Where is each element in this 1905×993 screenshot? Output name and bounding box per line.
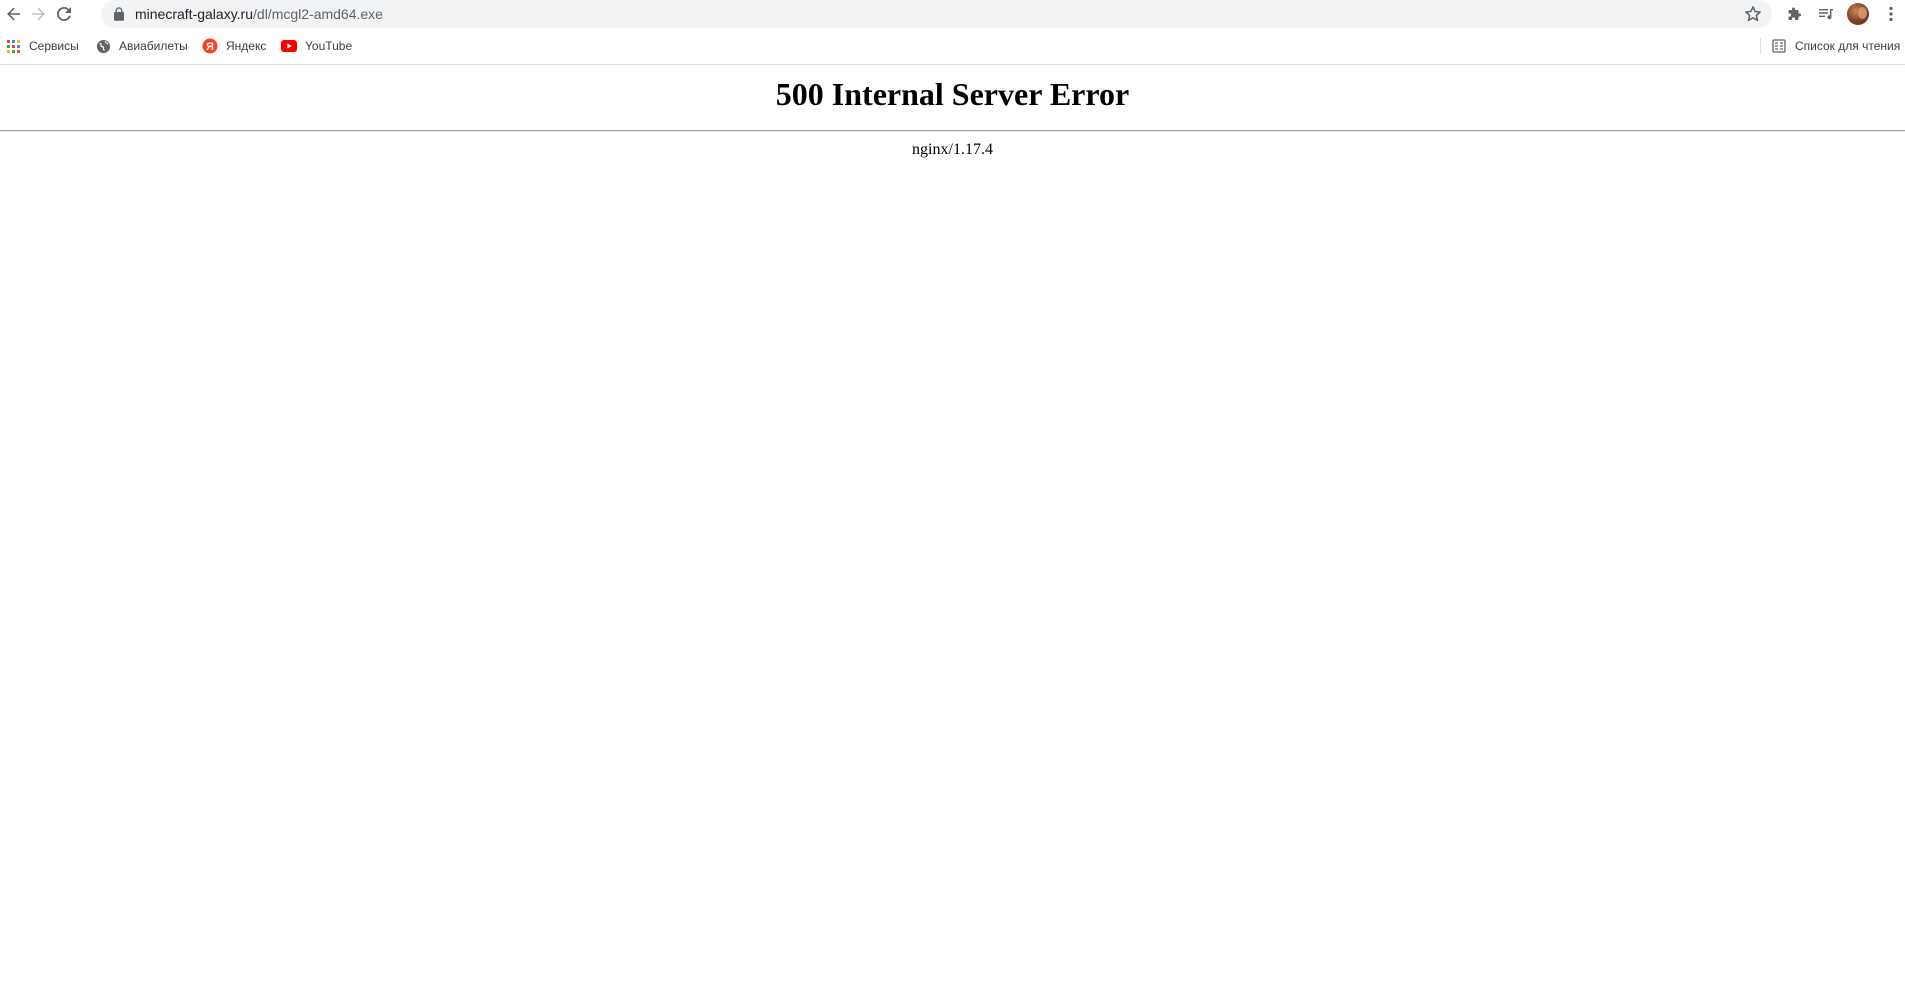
bookmarks-bar: Сервисы Авиабилеты Я Яндекс YouTube Спис… [0,34,1905,58]
reading-list-icon [1771,38,1787,54]
url-path: /dl/mcgl2-amd64.exe [253,6,383,22]
bookmark-label: Авиабилеты [119,39,188,53]
extensions-button[interactable] [1783,3,1805,25]
profile-avatar[interactable] [1847,3,1869,25]
browser-toolbar: minecraft-galaxy.ru/dl/mcgl2-amd64.exe [0,0,1905,29]
svg-text:Я: Я [206,41,214,53]
address-bar[interactable]: minecraft-galaxy.ru/dl/mcgl2-amd64.exe [101,0,1772,28]
reload-button[interactable] [52,2,76,26]
bookmark-label: Сервисы [29,39,79,53]
media-queue-icon [1819,9,1833,20]
bookmark-label: YouTube [305,39,353,53]
media-button[interactable] [1815,3,1837,25]
browser-menu-button[interactable] [1880,3,1902,25]
yandex-icon: Я [202,38,218,54]
apps-grid-icon [5,38,21,54]
back-button[interactable] [2,2,26,26]
page-content: 500 Internal Server Error nginx/1.17.4 [0,66,1905,993]
bookmark-flights[interactable]: Авиабилеты [95,34,188,58]
error-heading: 500 Internal Server Error [775,76,1130,112]
reading-list-button[interactable]: Список для чтения [1771,34,1900,58]
kebab-menu-icon [1889,6,1893,22]
bookmark-youtube[interactable]: YouTube [281,34,352,58]
url-host: minecraft-galaxy.ru [135,6,254,22]
forward-button[interactable] [26,2,50,26]
bookmarks-separator [1760,38,1761,54]
forward-arrow-icon [32,7,45,21]
back-arrow-icon [7,7,20,21]
bookmark-yandex[interactable]: Я Яндекс [202,34,266,58]
url-text[interactable]: minecraft-galaxy.ru/dl/mcgl2-amd64.exe [135,6,383,22]
star-icon[interactable] [1744,5,1762,23]
globe-icon [95,38,111,54]
divider [0,130,1905,132]
server-signature: nginx/1.17.4 [912,141,993,158]
puzzle-icon [1788,7,1801,20]
youtube-icon [281,38,297,54]
reading-list-label: Список для чтения [1795,39,1901,53]
reload-icon [57,7,71,21]
bookmark-services[interactable]: Сервисы [5,34,79,58]
lock-icon[interactable] [113,7,125,21]
bookmark-label: Яндекс [226,39,267,53]
browser-chrome: minecraft-galaxy.ru/dl/mcgl2-amd64.exe С… [0,0,1905,65]
